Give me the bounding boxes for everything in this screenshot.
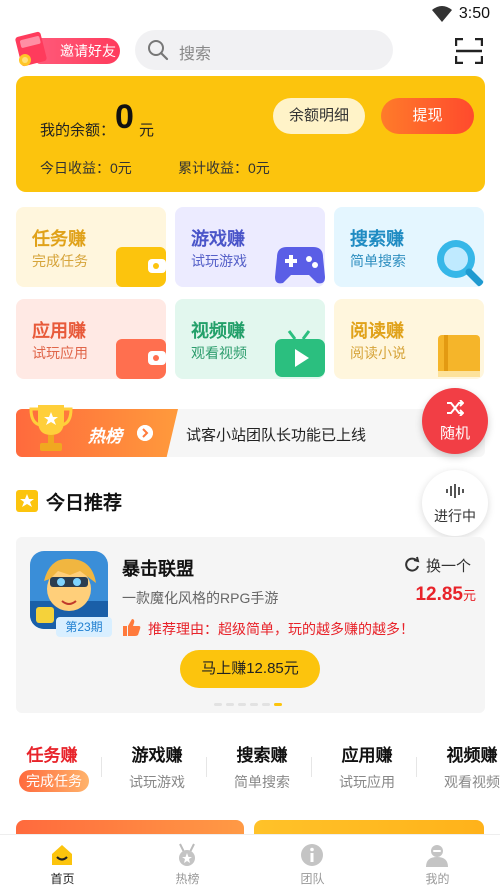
reward-value: 12.85 — [415, 584, 463, 605]
reward-amount: 12.85元 — [408, 584, 476, 606]
user-icon — [426, 845, 448, 867]
shuffle-icon — [447, 400, 464, 416]
wallet-icon — [116, 247, 166, 287]
swap-button[interactable]: 换一个 — [404, 555, 474, 575]
wallet-icon — [116, 339, 166, 379]
category-title: 任务赚 — [26, 746, 78, 765]
category-tab-game[interactable]: 游戏赚 试玩游戏 — [107, 735, 207, 797]
gamepad-icon — [275, 247, 325, 284]
game-description: 一款魔化风格的RPG手游 — [122, 590, 279, 606]
task-tile-app[interactable]: 应用赚 试玩应用 — [16, 299, 166, 379]
invite-friends-button[interactable]: 邀请好友 — [14, 31, 120, 67]
category-subtitle: 试玩应用 — [339, 774, 395, 790]
tile-title: 任务赚 — [32, 229, 86, 249]
balance-detail-button[interactable]: 余额明细 — [273, 98, 365, 134]
trophy-icon — [29, 405, 73, 451]
reason-text: 推荐理由：超级简单，玩的越多赚的越多！ — [148, 621, 414, 637]
chevron-right-icon — [137, 425, 153, 441]
tile-title: 搜索赚 — [350, 229, 404, 249]
category-subtitle: 观看视频 — [444, 774, 500, 790]
tile-subtitle: 阅读小说 — [350, 345, 406, 361]
category-title: 游戏赚 — [131, 746, 183, 765]
hot-label: 热榜 — [88, 427, 122, 446]
search-placeholder: 搜索 — [179, 46, 212, 63]
tile-subtitle: 观看视频 — [191, 345, 247, 361]
reward-unit: 元 — [462, 588, 476, 603]
category-title: 应用赚 — [341, 746, 393, 765]
total-earnings: 累计收益：0元 — [178, 160, 270, 176]
refresh-icon — [405, 556, 420, 572]
tab-label: 团队 — [300, 872, 325, 886]
tab-hot[interactable]: 热榜 — [125, 835, 250, 889]
tab-mine[interactable]: 我的 — [375, 835, 500, 889]
tile-title: 应用赚 — [32, 321, 86, 341]
tile-subtitle: 完成任务 — [32, 253, 88, 269]
status-time: 3:50 — [458, 5, 490, 22]
search-input[interactable]: 搜索 — [135, 30, 393, 70]
star-icon — [16, 490, 38, 512]
bottom-tab-bar: 首页 热榜 团队 我的 — [0, 834, 500, 889]
task-tile-video[interactable]: 视频赚 观看视频 — [175, 299, 325, 379]
recommend-card[interactable]: 第23期 暴击联盟 换一个 一款魔化风格的RPG手游 12.85元 推荐理由：超… — [16, 537, 485, 713]
tile-title: 阅读赚 — [350, 321, 404, 341]
withdraw-button[interactable]: 提现 — [381, 98, 474, 134]
book-icon — [438, 335, 480, 377]
hot-text: 试客小站团队长功能已上线 — [186, 427, 367, 444]
red-envelope-icon — [15, 31, 47, 67]
category-subtitle: 完成任务 — [19, 770, 89, 792]
random-button[interactable]: 随机 — [422, 388, 488, 454]
scan-icon[interactable] — [455, 38, 483, 64]
in-progress-label: 进行中 — [434, 508, 476, 524]
tab-label: 热榜 — [175, 872, 200, 886]
tile-title: 视频赚 — [191, 321, 245, 341]
swap-label: 换一个 — [426, 558, 472, 575]
tab-label: 我的 — [425, 872, 450, 886]
category-subtitle: 简单搜索 — [234, 774, 290, 790]
tile-subtitle: 试玩游戏 — [191, 253, 247, 269]
top-bar: 邀请好友 搜索 — [0, 28, 500, 72]
carousel-indicator — [214, 703, 286, 707]
category-tab-app[interactable]: 应用赚 试玩应用 — [317, 735, 417, 797]
search-icon — [148, 40, 169, 61]
issue-badge: 第23期 — [56, 617, 112, 637]
tab-team[interactable]: 团队 — [250, 835, 375, 889]
category-tabs: 任务赚 完成任务 游戏赚 试玩游戏 搜索赚 简单搜索 应用赚 试玩应用 视频赚 … — [0, 735, 500, 797]
audio-wave-icon — [446, 484, 464, 498]
category-tab-search[interactable]: 搜索赚 简单搜索 — [212, 735, 312, 797]
earn-now-button[interactable]: 马上赚12.85元 — [180, 650, 320, 688]
task-tile-read[interactable]: 阅读赚 阅读小说 — [334, 299, 484, 379]
status-bar: 3:50 — [0, 0, 500, 28]
tile-subtitle: 简单搜索 — [350, 253, 406, 269]
tv-icon — [275, 330, 325, 377]
category-tab-video[interactable]: 视频赚 观看视频 — [422, 735, 500, 797]
magnifier-icon — [437, 240, 484, 287]
tab-home[interactable]: 首页 — [0, 835, 125, 889]
tile-subtitle: 试玩应用 — [32, 345, 88, 361]
balance-label: 我的余额： — [40, 122, 116, 139]
task-tile-search[interactable]: 搜索赚 简单搜索 — [334, 207, 484, 287]
today-earnings: 今日收益：0元 — [40, 160, 132, 176]
category-title: 搜索赚 — [236, 746, 288, 765]
game-name: 暴击联盟 — [122, 559, 194, 579]
task-tile-task[interactable]: 任务赚 完成任务 — [16, 207, 166, 287]
wifi-icon — [432, 6, 452, 22]
task-tile-game[interactable]: 游戏赚 试玩游戏 — [175, 207, 325, 287]
tab-label: 首页 — [50, 872, 75, 886]
medal-icon — [179, 843, 195, 866]
category-tab-task[interactable]: 任务赚 完成任务 — [2, 735, 102, 797]
category-subtitle: 试玩游戏 — [129, 774, 185, 790]
thumbs-up-icon — [123, 619, 141, 636]
random-label: 随机 — [439, 425, 470, 442]
balance-card: 我的余额： 0 元 余额明细 提现 今日收益：0元 累计收益：0元 — [16, 76, 485, 192]
section-title-text: 今日推荐 — [46, 493, 123, 514]
in-progress-button[interactable]: 进行中 — [422, 470, 488, 536]
tile-title: 游戏赚 — [191, 229, 245, 249]
home-icon — [52, 845, 72, 865]
balance-value: 0 — [115, 98, 134, 136]
category-title: 视频赚 — [446, 746, 498, 765]
hot-announcement-bar[interactable]: 热榜 试客小站团队长功能已上线 — [16, 405, 485, 457]
info-icon — [301, 844, 323, 866]
balance-unit: 元 — [139, 122, 155, 139]
